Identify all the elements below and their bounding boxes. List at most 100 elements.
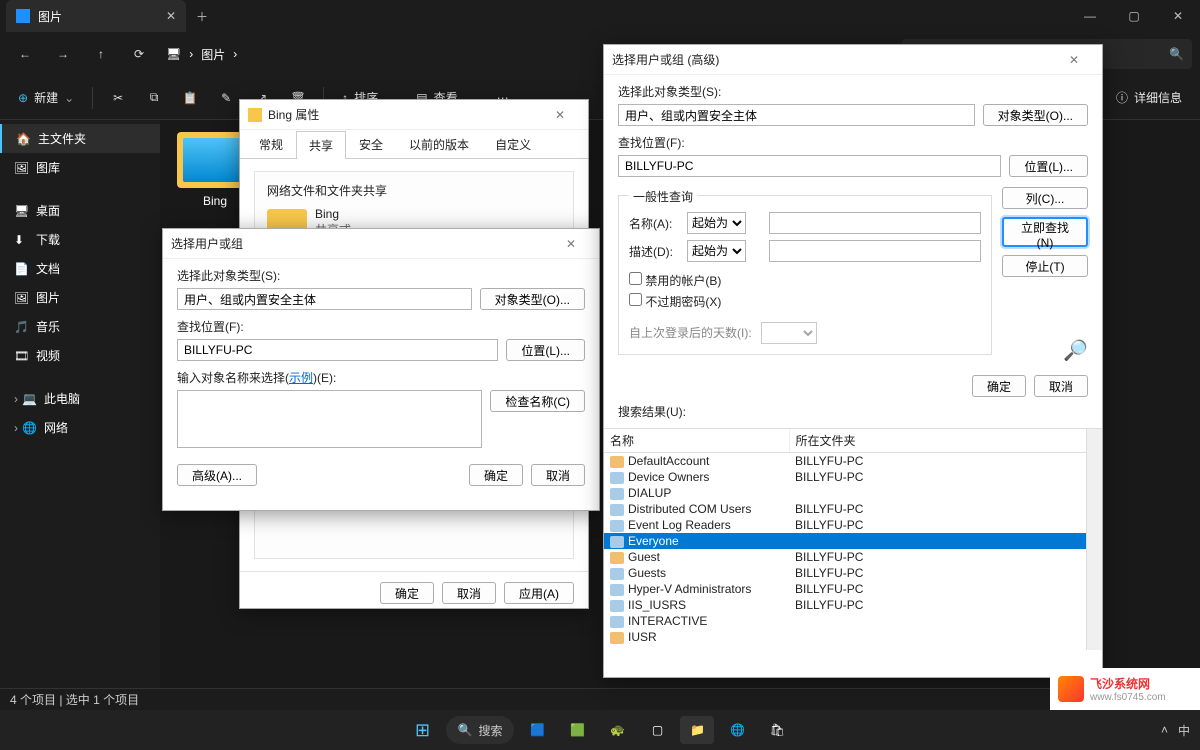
table-row[interactable]: IIS_IUSRSBILLYFU-PC — [604, 597, 1102, 613]
object-type-input[interactable] — [177, 288, 472, 310]
edge-icon[interactable]: 🌐 — [720, 716, 754, 744]
tab[interactable]: 自定义 — [482, 130, 544, 158]
location-input[interactable] — [618, 155, 1001, 177]
tab[interactable]: 安全 — [346, 130, 396, 158]
rename-button[interactable]: ✎ — [211, 83, 241, 113]
sidebar-icon: 🏠 — [16, 132, 30, 146]
breadcrumb-item[interactable]: 图片 — [201, 46, 225, 63]
example-link[interactable]: 示例 — [289, 371, 313, 385]
tab-close-icon[interactable]: ✕ — [166, 9, 176, 23]
locations-button[interactable]: 位置(L)... — [506, 339, 585, 361]
new-tab-button[interactable]: ＋ — [186, 8, 218, 25]
close-icon[interactable]: ✕ — [1054, 53, 1094, 67]
tab[interactable]: 以前的版本 — [396, 130, 482, 158]
dialog-titlebar[interactable]: 选择用户或组 (高级) ✕ — [604, 45, 1102, 75]
task-icon[interactable]: 🟩 — [560, 716, 594, 744]
table-row[interactable]: DIALUP — [604, 485, 1102, 501]
breadcrumb[interactable]: 🖥 › 图片 › — [166, 46, 237, 63]
user-icon — [610, 456, 624, 468]
ok-button[interactable]: 确定 — [972, 375, 1026, 397]
table-row[interactable]: Event Log ReadersBILLYFU-PC — [604, 517, 1102, 533]
chevron-right-icon: › — [189, 47, 193, 61]
name-input[interactable] — [769, 212, 981, 234]
sidebar-item[interactable]: 🖼图库 — [0, 153, 160, 182]
never-expire-checkbox[interactable]: 不过期密码(X) — [629, 295, 721, 309]
object-types-button[interactable]: 对象类型(O)... — [983, 104, 1088, 126]
object-types-button[interactable]: 对象类型(O)... — [480, 288, 585, 310]
table-row[interactable]: IUSR — [604, 629, 1102, 645]
sidebar-item[interactable]: 🏠主文件夹 — [0, 124, 160, 153]
find-now-button[interactable]: 立即查找(N) — [1002, 217, 1088, 247]
cancel-button[interactable]: 取消 — [442, 582, 496, 604]
sidebar-item[interactable]: 🎵音乐 — [0, 312, 160, 341]
object-type-input[interactable] — [618, 104, 975, 126]
refresh-button[interactable]: ⟳ — [122, 37, 156, 71]
name-label: 名称(A): — [629, 217, 672, 231]
close-button[interactable]: ✕ — [1156, 0, 1200, 32]
tab[interactable]: 常规 — [246, 130, 296, 158]
up-button[interactable]: ↑ — [84, 37, 118, 71]
desc-mode-select[interactable]: 起始为 — [687, 240, 746, 262]
scrollbar[interactable] — [1086, 429, 1102, 650]
details-button[interactable]: ⓘ详细信息 — [1108, 85, 1190, 110]
ok-button[interactable]: 确定 — [469, 464, 523, 486]
cut-button[interactable]: ✂ — [103, 83, 133, 113]
ok-button[interactable]: 确定 — [380, 582, 434, 604]
advanced-button[interactable]: 高级(A)... — [177, 464, 257, 486]
minimize-button[interactable]: — — [1068, 0, 1112, 32]
tab[interactable]: 图片 ✕ — [6, 0, 186, 32]
table-row[interactable]: DefaultAccountBILLYFU-PC — [604, 453, 1102, 470]
stop-button[interactable]: 停止(T) — [1002, 255, 1088, 277]
object-names-input[interactable] — [177, 390, 482, 448]
sidebar-item[interactable]: 📄文档 — [0, 254, 160, 283]
table-row[interactable]: Device OwnersBILLYFU-PC — [604, 469, 1102, 485]
location-input[interactable] — [177, 339, 498, 361]
close-icon[interactable]: ✕ — [540, 108, 580, 122]
dialog-titlebar[interactable]: 选择用户或组 ✕ — [163, 229, 599, 259]
task-icon[interactable]: ▢ — [640, 716, 674, 744]
col-name[interactable]: 名称 — [604, 429, 789, 453]
dialog-titlebar[interactable]: Bing 属性 ✕ — [240, 100, 588, 130]
desc-input[interactable] — [769, 240, 981, 262]
close-icon[interactable]: ✕ — [551, 237, 591, 251]
sidebar-item[interactable]: ›💻此电脑 — [0, 384, 160, 413]
sidebar-item[interactable]: 🎞视频 — [0, 341, 160, 370]
table-row[interactable]: GuestsBILLYFU-PC — [604, 565, 1102, 581]
table-row[interactable]: GuestBILLYFU-PC — [604, 549, 1102, 565]
sidebar-item[interactable]: ›🌐网络 — [0, 413, 160, 442]
cancel-button[interactable]: 取消 — [531, 464, 585, 486]
maximize-button[interactable]: ▢ — [1112, 0, 1156, 32]
cancel-button[interactable]: 取消 — [1034, 375, 1088, 397]
ime-indicator[interactable]: 中 — [1178, 722, 1190, 739]
chevron-right-icon: › — [14, 421, 18, 435]
task-icon[interactable]: 🐢 — [600, 716, 634, 744]
table-row[interactable]: Hyper-V AdministratorsBILLYFU-PC — [604, 581, 1102, 597]
columns-button[interactable]: 列(C)... — [1002, 187, 1088, 209]
taskbar-search[interactable]: 🔍搜索 — [446, 716, 515, 744]
paste-button[interactable]: 📋 — [175, 83, 205, 113]
results-table[interactable]: 名称 所在文件夹 DefaultAccountBILLYFU-PCDevice … — [604, 429, 1102, 645]
sidebar-item[interactable]: 🖼图片 — [0, 283, 160, 312]
search-decor-icon: 🔎 — [1002, 338, 1088, 363]
tab[interactable]: 共享 — [296, 131, 346, 159]
apply-button[interactable]: 应用(A) — [504, 582, 574, 604]
store-icon[interactable]: 🛍 — [760, 716, 794, 744]
name-mode-select[interactable]: 起始为 — [687, 212, 746, 234]
table-row[interactable]: Everyone — [604, 533, 1102, 549]
explorer-icon[interactable]: 📁 — [680, 716, 714, 744]
table-row[interactable]: INTERACTIVE — [604, 613, 1102, 629]
check-names-button[interactable]: 检查名称(C) — [490, 390, 585, 412]
col-folder[interactable]: 所在文件夹 — [789, 429, 1102, 453]
back-button[interactable]: ← — [8, 37, 42, 71]
new-button[interactable]: ⊕新建⌄ — [10, 85, 82, 110]
copy-button[interactable]: ⧉ — [139, 83, 169, 113]
forward-button[interactable]: → — [46, 37, 80, 71]
sidebar-item[interactable]: 🖥桌面 — [0, 196, 160, 225]
task-icon[interactable]: 🟦 — [520, 716, 554, 744]
tray-chevron-icon[interactable]: ˄ — [1161, 723, 1168, 737]
table-row[interactable]: Distributed COM UsersBILLYFU-PC — [604, 501, 1102, 517]
disabled-checkbox[interactable]: 禁用的帐户(B) — [629, 274, 721, 288]
sidebar-item[interactable]: ⬇下载 — [0, 225, 160, 254]
locations-button[interactable]: 位置(L)... — [1009, 155, 1088, 177]
start-button[interactable]: ⊞ — [406, 716, 440, 744]
